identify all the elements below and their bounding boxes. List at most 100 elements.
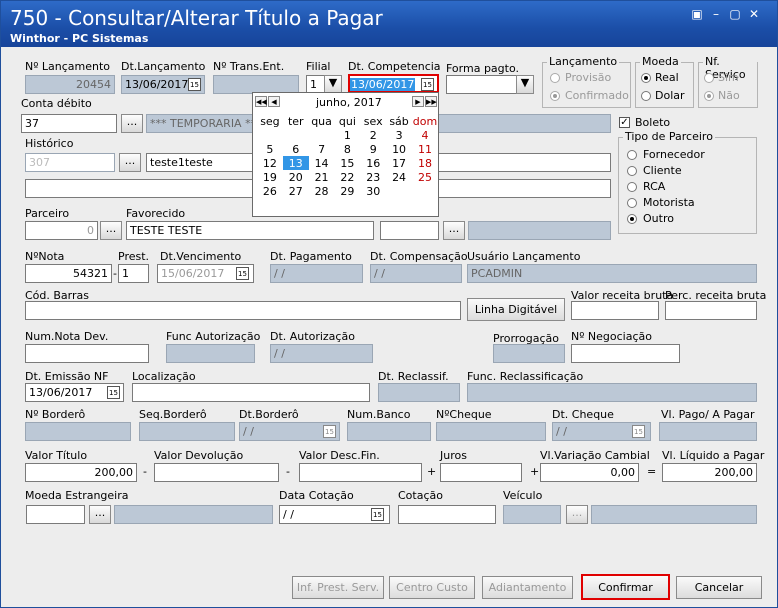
nf-sim-radio[interactable] bbox=[704, 73, 714, 83]
chevron-down-icon[interactable]: ▼ bbox=[516, 75, 534, 94]
calendar-icon[interactable]: 15 bbox=[371, 508, 384, 521]
cod-barras-field[interactable] bbox=[25, 301, 461, 320]
main-window: 750 - Consultar/Alterar Título a Pagar W… bbox=[0, 0, 778, 608]
valor-receita-bruta-field[interactable] bbox=[571, 301, 659, 320]
historico-cod-field[interactable]: 307 bbox=[25, 153, 115, 172]
vl-variacao-cambial-field[interactable]: 0,00 bbox=[540, 463, 639, 482]
calendar-day[interactable]: 23 bbox=[360, 170, 386, 184]
prev-month-icon[interactable]: ◀ bbox=[268, 96, 280, 107]
dt-compensacao-field: / / bbox=[370, 264, 462, 283]
motorista-radio[interactable] bbox=[627, 198, 637, 208]
conta-debito-field[interactable]: 37 bbox=[21, 114, 117, 133]
prev-year-icon[interactable]: ◀◀ bbox=[255, 96, 267, 107]
calendar-day[interactable]: 29 bbox=[335, 184, 361, 198]
calendar-day[interactable]: 7 bbox=[309, 142, 335, 156]
real-radio[interactable] bbox=[641, 73, 651, 83]
maximize-icon[interactable]: ▢ bbox=[727, 7, 743, 21]
calendar-day[interactable]: 8 bbox=[335, 142, 361, 156]
cliente-radio[interactable] bbox=[627, 166, 637, 176]
inf-prest-serv-button: Inf. Prest. Serv. bbox=[292, 576, 384, 599]
parceiro-search-button[interactable]: ... bbox=[100, 221, 122, 240]
dolar-radio[interactable] bbox=[641, 91, 651, 101]
confirmado-radio[interactable] bbox=[550, 91, 560, 101]
calendar-day[interactable]: 12 bbox=[257, 156, 283, 170]
moeda-search-button[interactable]: ... bbox=[89, 505, 111, 524]
nr-negociacao-field[interactable] bbox=[571, 344, 680, 363]
calendar-icon[interactable]: 15 bbox=[236, 267, 249, 280]
boleto-label: Boleto bbox=[635, 116, 671, 129]
calendar-day[interactable]: 21 bbox=[309, 170, 335, 184]
calendar-day[interactable]: 14 bbox=[309, 156, 335, 170]
calendar-day[interactable]: 26 bbox=[257, 184, 283, 198]
favorecido-desc-field bbox=[468, 221, 611, 240]
calendar-day[interactable]: 18 bbox=[412, 156, 438, 170]
provisao-radio[interactable] bbox=[550, 73, 560, 83]
calendar-icon[interactable]: 15 bbox=[421, 78, 434, 91]
valor-desc-fin-field[interactable] bbox=[299, 463, 422, 482]
cotacao-field[interactable] bbox=[398, 505, 496, 524]
calendar-day[interactable]: 13 bbox=[282, 156, 309, 170]
calendar-day[interactable]: 9 bbox=[360, 142, 386, 156]
calendar-day[interactable]: 19 bbox=[257, 170, 283, 184]
moeda-desc-field bbox=[114, 505, 273, 524]
nf-nao-radio[interactable] bbox=[704, 91, 714, 101]
calendar-day[interactable]: 3 bbox=[386, 128, 412, 142]
favorecido-extra-field[interactable] bbox=[380, 221, 439, 240]
cancelar-button[interactable]: Cancelar bbox=[676, 576, 762, 599]
localizacao-field[interactable] bbox=[132, 383, 370, 402]
label-dt-vencimento: Dt.Vencimento bbox=[160, 250, 242, 263]
calendar-day[interactable]: 2 bbox=[360, 128, 386, 142]
label-vl-variacao-cambial: Vl.Variação Cambial bbox=[540, 449, 650, 462]
next-month-icon[interactable]: ▶ bbox=[412, 96, 424, 107]
linha-digitavel-button[interactable]: Linha Digitável bbox=[467, 298, 565, 321]
favorecido-field[interactable]: TESTE TESTE bbox=[126, 221, 374, 240]
label-nr-negociacao: Nº Negociação bbox=[571, 330, 652, 343]
outro-radio[interactable] bbox=[627, 214, 637, 224]
num-nota-dev-field[interactable] bbox=[25, 344, 149, 363]
valor-devolucao-field[interactable] bbox=[154, 463, 279, 482]
prest-field[interactable]: 1 bbox=[118, 264, 149, 283]
calendar-day[interactable]: 22 bbox=[335, 170, 361, 184]
calendar-day[interactable]: 28 bbox=[309, 184, 335, 198]
label-forma-pagto: Forma pagto. bbox=[446, 62, 519, 75]
fornecedor-radio[interactable] bbox=[627, 150, 637, 160]
veiculo-field bbox=[503, 505, 561, 524]
calendar-day[interactable]: 27 bbox=[283, 184, 309, 198]
perc-receita-bruta-field[interactable] bbox=[665, 301, 757, 320]
calendar-day[interactable]: 20 bbox=[283, 170, 309, 184]
nr-nota-field[interactable]: 54321 bbox=[25, 264, 112, 283]
calendar-day[interactable]: 11 bbox=[412, 142, 438, 156]
next-year-icon[interactable]: ▶▶ bbox=[425, 96, 437, 107]
calendar-day[interactable]: 1 bbox=[335, 128, 361, 142]
rca-radio[interactable] bbox=[627, 182, 637, 192]
calendar-day[interactable]: 5 bbox=[257, 142, 283, 156]
weekday-label: seg bbox=[260, 114, 280, 128]
calendar-day[interactable]: 10 bbox=[386, 142, 412, 156]
moeda-estrangeira-field[interactable] bbox=[26, 505, 85, 524]
close-icon[interactable]: ✕ bbox=[746, 7, 762, 21]
calendar-day[interactable]: 17 bbox=[386, 156, 412, 170]
label-localizacao: Localização bbox=[132, 370, 196, 383]
valor-titulo-field[interactable]: 200,00 bbox=[25, 463, 137, 482]
restore-icon[interactable]: ▣ bbox=[689, 7, 705, 21]
boleto-checkbox[interactable]: ✓ bbox=[619, 117, 630, 128]
motorista-label: Motorista bbox=[643, 196, 695, 209]
favorecido-search-button[interactable]: ... bbox=[443, 221, 465, 240]
juros-field[interactable] bbox=[440, 463, 522, 482]
label-func-reclassificacao: Func. Reclassificação bbox=[467, 370, 584, 383]
calendar-day[interactable]: 16 bbox=[360, 156, 386, 170]
calendar-day[interactable]: 4 bbox=[412, 128, 438, 142]
conta-debito-search-button[interactable]: ... bbox=[121, 114, 143, 133]
calendar-day[interactable]: 24 bbox=[386, 170, 412, 184]
minimize-icon[interactable]: – bbox=[708, 7, 724, 21]
calendar-day[interactable]: 30 bbox=[360, 184, 386, 198]
parceiro-field[interactable]: 0 bbox=[25, 221, 98, 240]
calendar-day[interactable]: 25 bbox=[412, 170, 438, 184]
calendar-day[interactable]: 6 bbox=[283, 142, 309, 156]
historico-search-button[interactable]: ... bbox=[119, 153, 141, 172]
calendar-day[interactable]: 15 bbox=[335, 156, 361, 170]
confirmar-button[interactable]: Confirmar bbox=[581, 574, 670, 600]
nf-nao-label: Não bbox=[718, 89, 740, 102]
dt-autorizacao-field: / / bbox=[270, 344, 373, 363]
calendar-icon[interactable]: 15 bbox=[107, 386, 120, 399]
